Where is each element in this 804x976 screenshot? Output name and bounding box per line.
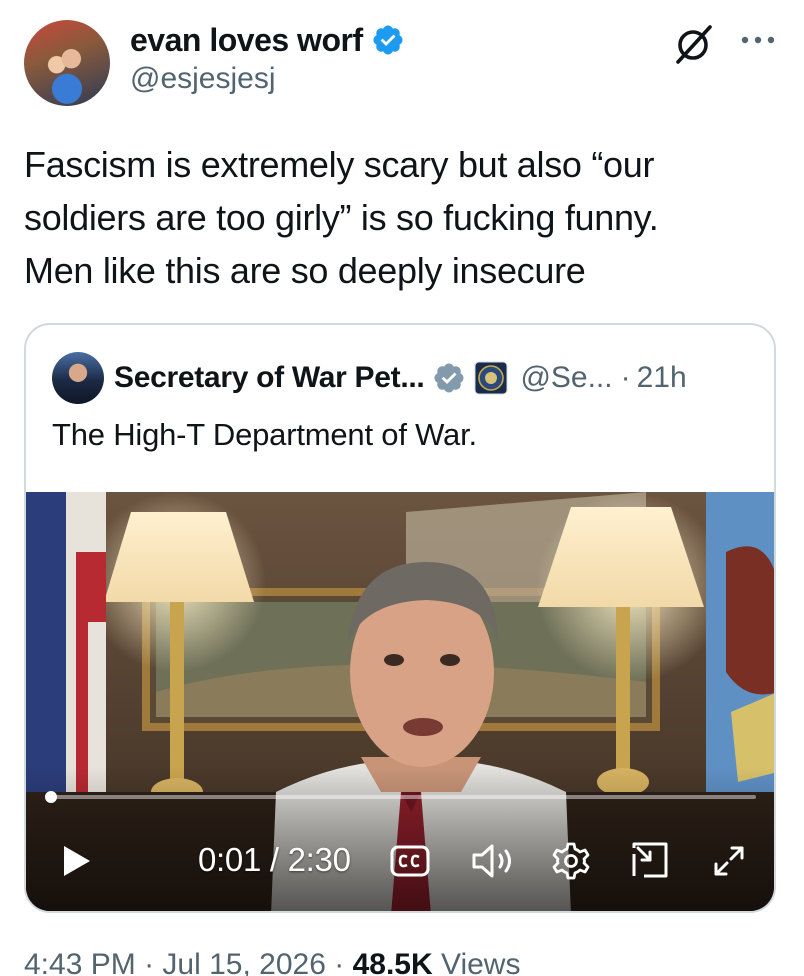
video-player[interactable]: 0:01 / 2:30 [26, 492, 774, 911]
tweet-text-line: Fascism is extremely scary but also “our [24, 144, 655, 185]
video-progress-bar[interactable] [44, 791, 756, 803]
verified-badge-icon[interactable] [371, 23, 405, 57]
display-name[interactable]: evan loves worf [130, 22, 363, 59]
grok-icon[interactable] [672, 22, 716, 66]
tweet-text-line: Men like this are so deeply insecure [24, 250, 586, 291]
quote-verified-badge-icon[interactable] [432, 361, 466, 395]
tweet-time[interactable]: 4:43 PM [24, 948, 136, 976]
quote-header: Secretary of War Pet... @Se... · 21h [52, 351, 687, 405]
tweet-date[interactable]: Jul 15, 2026 [162, 948, 325, 976]
quote-handle[interactable]: @Se... [520, 361, 612, 395]
display-name-row: evan loves worf [130, 20, 405, 60]
quote-separator: · [620, 361, 631, 394]
settings-gear-icon[interactable] [552, 842, 590, 880]
meta-separator: · [334, 948, 345, 976]
views-count[interactable]: 48.5K [353, 948, 433, 976]
closed-captions-icon[interactable] [390, 844, 430, 878]
fullscreen-icon[interactable] [712, 844, 746, 878]
meta-separator: · [144, 948, 155, 976]
tweet-text: Fascism is extremely scary but also “our… [24, 138, 764, 297]
avatar[interactable] [24, 20, 110, 106]
quote-timestamp[interactable]: 21h [637, 361, 687, 395]
video-progress-knob[interactable] [44, 791, 57, 803]
play-icon[interactable] [62, 844, 92, 878]
volume-icon[interactable] [470, 842, 518, 880]
user-block: evan loves worf @esjesjesj [130, 20, 405, 96]
views-label: Views [440, 948, 521, 976]
quote-display-name[interactable]: Secretary of War Pet... [114, 361, 425, 395]
tweet-text-line: soldiers are too girly” is so fucking fu… [24, 197, 659, 238]
handle[interactable]: @esjesjesj [130, 62, 405, 96]
picture-in-picture-icon[interactable] [630, 842, 670, 880]
more-icon[interactable] [738, 28, 778, 52]
quote-avatar[interactable] [52, 352, 104, 404]
quote-text: The High-T Department of War. [52, 417, 477, 452]
tweet-header: evan loves worf @esjesjesj [0, 0, 804, 120]
tweet-meta: 4:43 PM · Jul 15, 2026 · 48.5K Views [24, 948, 520, 976]
quote-tweet-card[interactable]: Secretary of War Pet... @Se... · 21h The… [24, 323, 776, 913]
video-time-readout: 0:01 / 2:30 [198, 841, 351, 878]
affiliation-seal-icon[interactable] [474, 361, 508, 395]
